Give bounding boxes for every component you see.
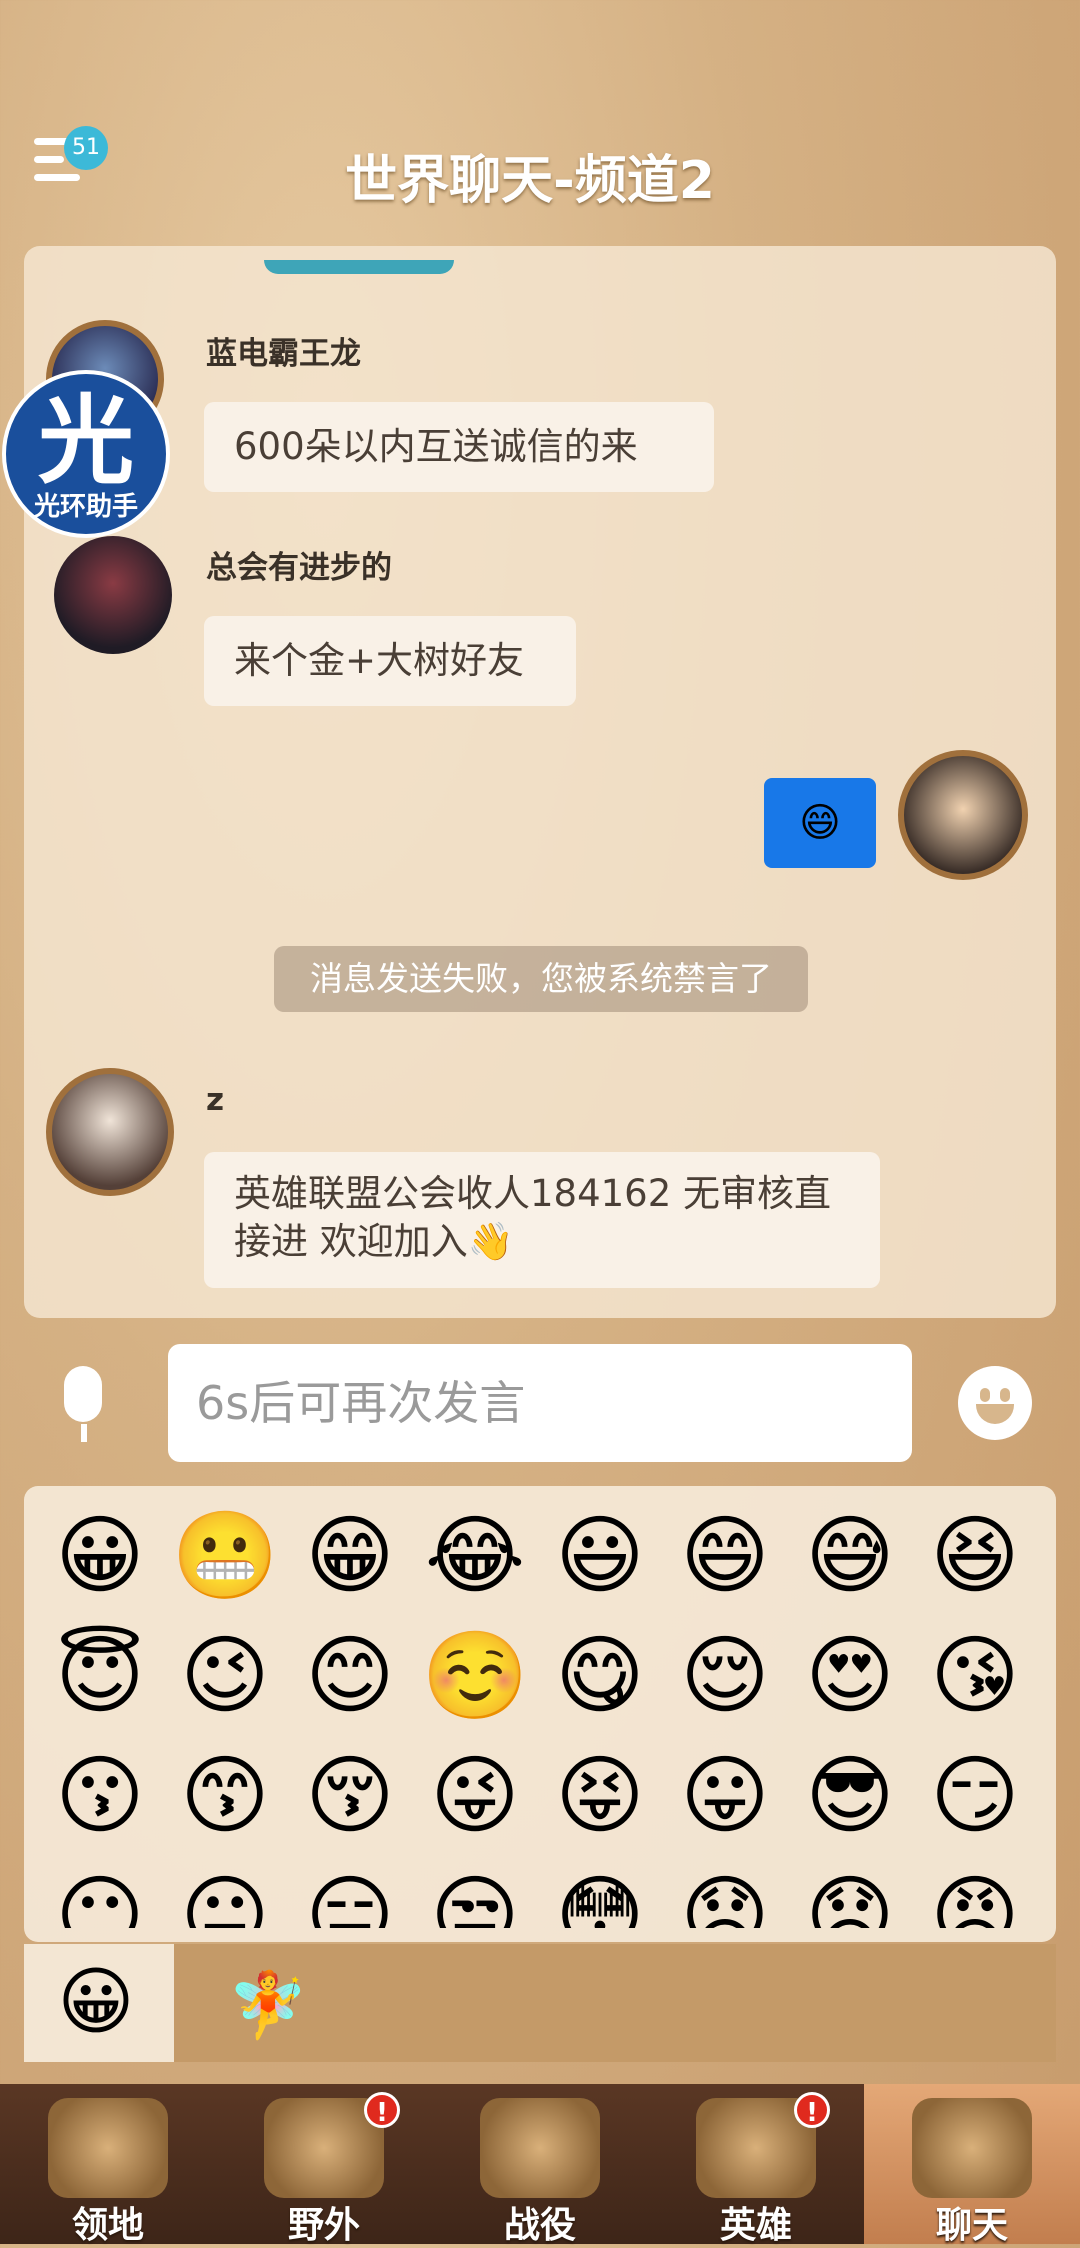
emoji-item[interactable]: 😳: [544, 1860, 656, 1928]
emoji-item[interactable]: 😘: [919, 1620, 1031, 1732]
message-bubble[interactable]: 英雄联盟公会收人184162 无审核直接进 欢迎加入👋: [204, 1152, 880, 1288]
nav-chat[interactable]: 聊天: [864, 2084, 1080, 2246]
emoji-item[interactable]: ☺️: [419, 1620, 531, 1732]
input-row: [0, 1336, 1080, 1466]
nav-label: 领地: [71, 2205, 144, 2246]
avatar[interactable]: [54, 536, 172, 654]
nav-label: 英雄: [719, 2205, 792, 2246]
emoji-item[interactable]: 😊: [294, 1620, 406, 1732]
my-message-bubble[interactable]: 😄: [764, 778, 876, 868]
nav-label: 聊天: [935, 2205, 1008, 2246]
helper-label: 光环助手: [33, 492, 138, 522]
emoji-item[interactable]: 😐: [169, 1860, 281, 1928]
emoji-item[interactable]: 😄: [669, 1500, 781, 1612]
emoji-item[interactable]: 😎: [794, 1740, 906, 1852]
username: 蓝电霸王龙: [206, 336, 361, 372]
emoji-item[interactable]: 😞: [669, 1860, 781, 1928]
emoji-item[interactable]: 😬: [169, 1500, 281, 1612]
emoji-tab-smileys[interactable]: 😀: [24, 1944, 174, 2062]
chat-bubble-icon: [912, 2098, 1032, 2198]
microphone-icon[interactable]: [50, 1366, 116, 1446]
emoji-item[interactable]: 😑: [294, 1860, 406, 1928]
nav-label: 战役: [503, 2205, 576, 2246]
page-title: 世界聊天-频道2: [345, 151, 715, 211]
nav-label: 野外: [287, 2205, 360, 2246]
nav-campaign[interactable]: 战役: [432, 2084, 648, 2246]
emoji-item[interactable]: 😋: [544, 1620, 656, 1732]
nav-wild[interactable]: ! 野外: [216, 2084, 432, 2246]
emoji-item[interactable]: 😚: [294, 1740, 406, 1852]
alert-badge: !: [794, 2092, 830, 2128]
nav-heroes[interactable]: ! 英雄: [648, 2084, 864, 2246]
emoji-item[interactable]: 😂: [419, 1500, 531, 1612]
emoji-item[interactable]: 😝: [544, 1740, 656, 1852]
emoji-item[interactable]: 😉: [169, 1620, 281, 1732]
castle-icon: [48, 2098, 168, 2198]
emoji-item[interactable]: 😁: [294, 1500, 406, 1612]
avatar[interactable]: [46, 1068, 174, 1196]
emoji-item[interactable]: 😟: [794, 1860, 906, 1928]
chat-message-list[interactable]: 蓝电霸王龙 600朵以内互送诚信的来 总会有进步的 来个金+大树好友 😄 消息发…: [24, 246, 1056, 1318]
emoji-item[interactable]: 😌: [669, 1620, 781, 1732]
emoji-item[interactable]: 😒: [419, 1860, 531, 1928]
emoji-tab-strip: 🧚: [174, 1944, 1056, 2062]
bottom-nav: 领地 ! 野外 战役 ! 英雄 聊天: [0, 2084, 1080, 2246]
emoji-item[interactable]: 😇: [44, 1620, 156, 1732]
emoji-item[interactable]: 😜: [419, 1740, 531, 1852]
emoji-grid[interactable]: 😀 😬 😁 😂 😃 😄 😅 😆 😇 😉 😊 ☺️ 😋 😌 😍 😘 😗 😙 😚 😜 😝 😛 😎 😏 😶 😐 😑 😒 😳 😞 😟 😠: [44, 1500, 1044, 1928]
message-input[interactable]: [168, 1344, 912, 1462]
nav-territory[interactable]: 领地: [0, 2084, 216, 2246]
emoji-tab-fairy[interactable]: 🧚: [228, 1962, 308, 2050]
my-avatar[interactable]: [898, 750, 1028, 880]
message-bubble[interactable]: 来个金+大树好友: [204, 616, 576, 706]
emoji-item[interactable]: 😃: [544, 1500, 656, 1612]
emoji-item[interactable]: 😍: [794, 1620, 906, 1732]
emoji-item[interactable]: 😛: [669, 1740, 781, 1852]
emoji-tab-bar: 😀 🧚: [24, 1944, 1056, 2062]
emoji-item[interactable]: 😀: [44, 1500, 156, 1612]
scroll-indicator: [264, 260, 454, 274]
emoji-item[interactable]: 😏: [919, 1740, 1031, 1852]
shield-swords-icon: [480, 2098, 600, 2198]
message-bubble[interactable]: 600朵以内互送诚信的来: [204, 402, 714, 492]
helper-floating-button[interactable]: 光 光环助手: [2, 370, 170, 538]
alert-badge: !: [364, 2092, 400, 2128]
smiley-tab-icon: 😀: [57, 1959, 135, 2045]
emoji-item[interactable]: 😙: [169, 1740, 281, 1852]
smiley-icon[interactable]: [958, 1366, 1032, 1440]
username: 总会有进步的: [206, 550, 392, 586]
header: 51 世界聊天-频道2: [0, 0, 1080, 245]
emoji-item[interactable]: 😠: [919, 1860, 1031, 1928]
helper-logo: 光: [38, 385, 134, 497]
emoji-item[interactable]: 😗: [44, 1740, 156, 1852]
system-message: 消息发送失败，您被系统禁言了: [274, 946, 808, 1012]
emoji-item[interactable]: 😆: [919, 1500, 1031, 1612]
emoji-item[interactable]: 😶: [44, 1860, 156, 1928]
username: z: [206, 1082, 225, 1118]
emoji-panel: 😀 😬 😁 😂 😃 😄 😅 😆 😇 😉 😊 ☺️ 😋 😌 😍 😘 😗 😙 😚 😜 😝 😛 😎 😏 😶 😐 😑 😒 😳 😞 😟 😠: [24, 1486, 1056, 1942]
emoji-item[interactable]: 😅: [794, 1500, 906, 1612]
